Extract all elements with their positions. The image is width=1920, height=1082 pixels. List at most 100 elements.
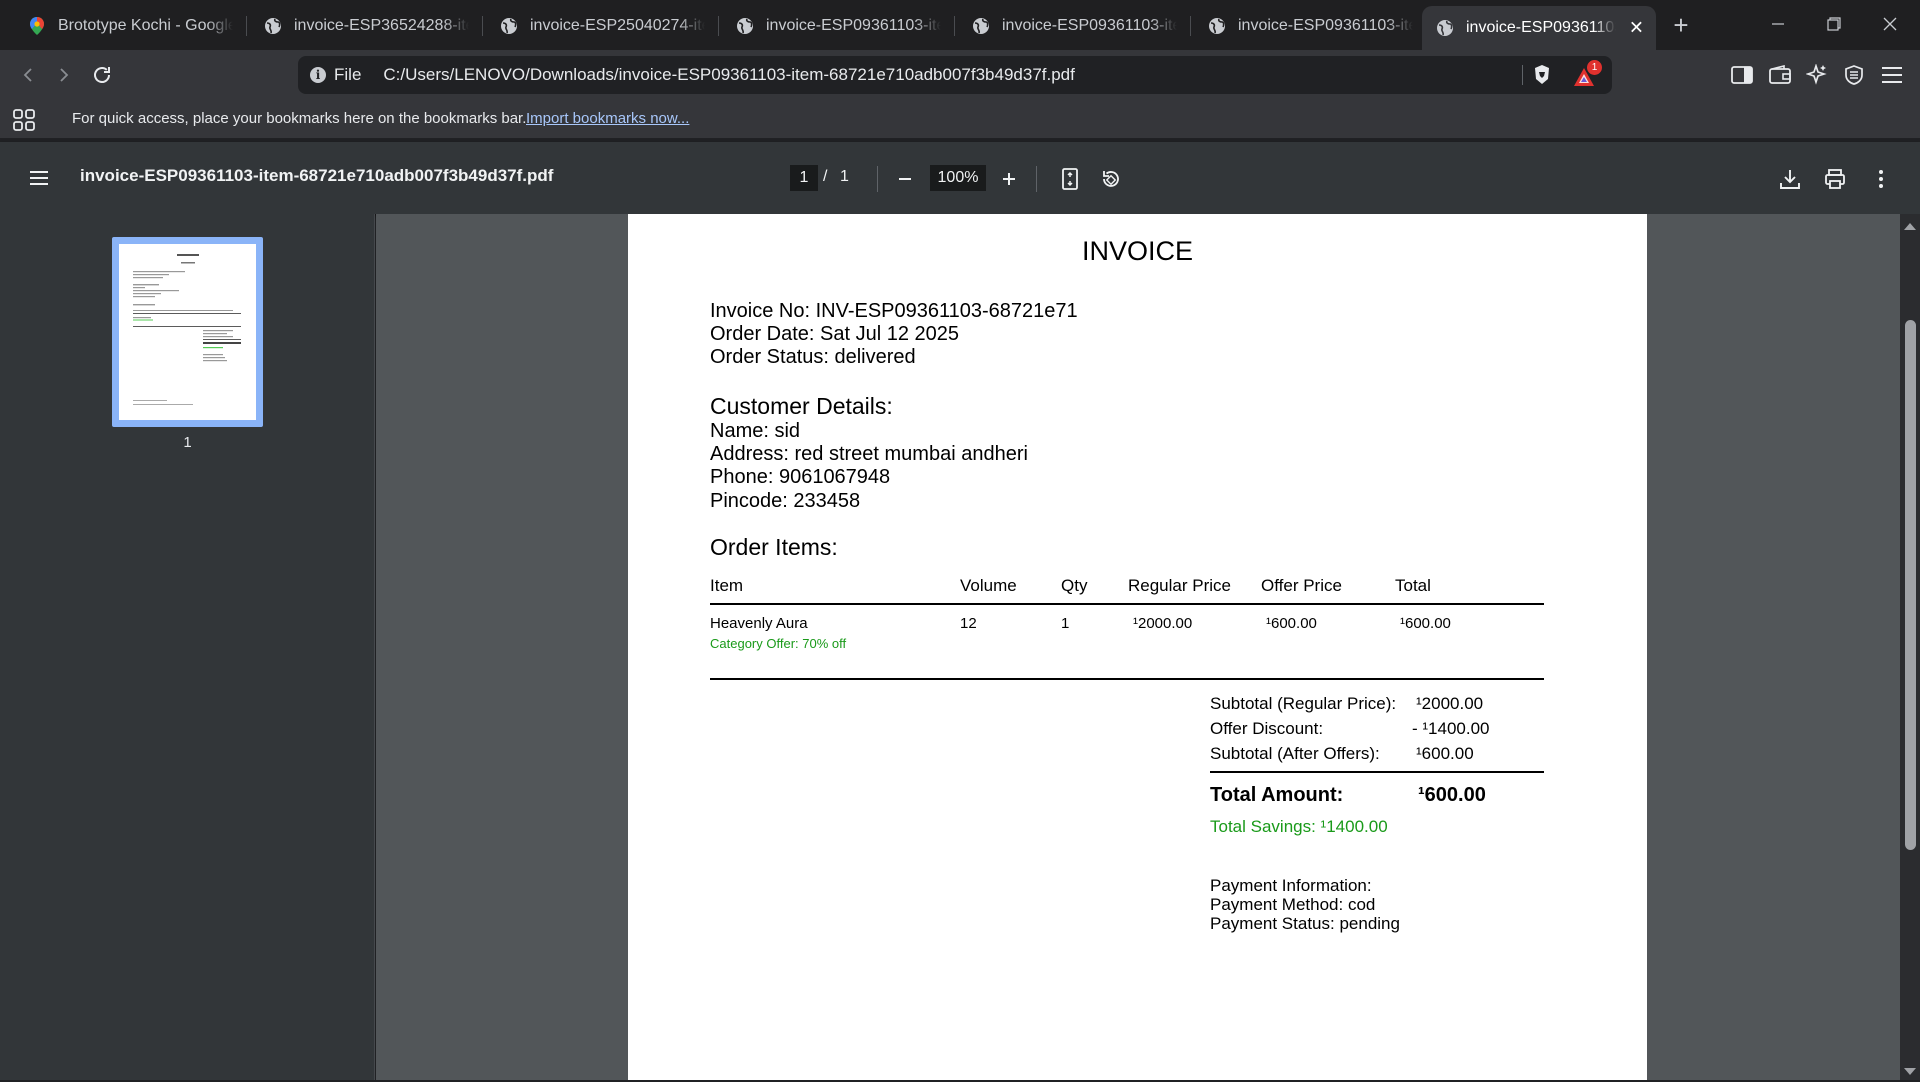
total-amount-label: Total Amount: — [1210, 784, 1344, 806]
forward-button[interactable] — [48, 59, 80, 91]
hamburger-menu-icon — [30, 171, 48, 185]
restore-icon — [1827, 17, 1841, 31]
leo-ai-button[interactable] — [1801, 59, 1833, 91]
customer-pincode: Pincode: 233458 — [710, 490, 861, 512]
maps-pin-icon — [28, 16, 46, 35]
zoom-in-button[interactable] — [994, 164, 1024, 194]
tab-invoice-esp09361103-a[interactable]: invoice-ESP09361103-item — [722, 7, 950, 44]
customer-name: Name: sid — [710, 420, 801, 442]
fit-to-page-button[interactable] — [1055, 164, 1085, 194]
bookmarks-bar: For quick access, place your bookmarks h… — [0, 100, 1920, 138]
invoice-title: INVOICE — [1081, 236, 1194, 266]
globe-icon — [736, 17, 754, 35]
address-bar[interactable]: i File C:/Users/LENOVO/Downloads/invoice… — [298, 56, 1612, 94]
minus-icon — [899, 178, 911, 180]
payment-method: Payment Method: cod — [1210, 895, 1376, 914]
vpn-button[interactable] — [1838, 59, 1870, 91]
sidebar-toggle-button[interactable] — [1726, 59, 1758, 91]
tab-separator — [718, 16, 719, 36]
globe-icon — [1208, 17, 1226, 35]
toolbar-divider — [877, 166, 878, 192]
close-window-button[interactable] — [1862, 0, 1918, 48]
info-icon[interactable]: i — [310, 67, 326, 83]
subtotal-after-label: Subtotal (After Offers): — [1210, 744, 1380, 763]
pdf-file-name: invoice-ESP09361103-item-68721e710adb007… — [80, 166, 554, 185]
close-icon — [1883, 17, 1897, 31]
tab-separator — [482, 16, 483, 36]
payment-status: Payment Status: pending — [1210, 914, 1400, 933]
page-thumbnail[interactable] — [112, 237, 263, 427]
offer-discount-value: - ¹1400.00 — [1412, 719, 1490, 738]
tab-title: invoice-ESP09361103-item — [766, 16, 941, 34]
print-button[interactable] — [1820, 164, 1850, 194]
address-url[interactable]: C:/Users/LENOVO/Downloads/invoice-ESP093… — [383, 65, 1074, 85]
brave-rewards-icon[interactable]: 1 — [1572, 60, 1602, 88]
order-items-heading: Order Items: — [710, 534, 838, 560]
tab-brototype-kochi[interactable]: Brototype Kochi - Google — [14, 7, 242, 44]
import-bookmarks-link[interactable]: Import bookmarks now... — [526, 110, 689, 127]
fit-page-icon — [1062, 168, 1078, 190]
wallet-button[interactable] — [1764, 59, 1796, 91]
tab-invoice-esp36524288[interactable]: invoice-ESP36524288-item — [250, 7, 478, 44]
more-actions-button[interactable] — [1866, 164, 1896, 194]
scroll-up-arrow-icon[interactable] — [1903, 218, 1917, 230]
tab-title: invoice-ESP36524288-item — [294, 16, 469, 34]
subtotal-regular-label: Subtotal (Regular Price): — [1210, 694, 1397, 713]
close-tab-icon[interactable]: ✕ — [1629, 18, 1644, 39]
back-button[interactable] — [12, 59, 44, 91]
download-button[interactable] — [1775, 164, 1805, 194]
column-header-total: Total — [1395, 576, 1431, 595]
globe-icon — [972, 17, 990, 35]
restore-button[interactable] — [1806, 0, 1862, 48]
total-savings: Total Savings: ¹1400.00 — [1210, 817, 1388, 836]
page-separator: / — [823, 168, 828, 185]
pdf-viewer-area[interactable]: INVOICE Invoice No: INV-ESP09361103-6872… — [376, 214, 1900, 1080]
minimize-icon — [1772, 23, 1784, 25]
order-status: Order Status: delivered — [710, 346, 916, 368]
brave-shields-icon[interactable] — [1532, 64, 1554, 86]
address-scheme-label: File — [334, 65, 362, 84]
tab-title: invoice-ESP25040274-item — [530, 16, 705, 34]
scrollbar-thumb[interactable] — [1905, 320, 1916, 850]
tab-invoice-esp09361103-c[interactable]: invoice-ESP09361103-item — [1194, 7, 1422, 44]
pdf-page: INVOICE Invoice No: INV-ESP09361103-6872… — [628, 214, 1647, 1080]
total-amount-value: ¹600.00 — [1418, 784, 1486, 806]
table-header-rule — [710, 603, 1544, 605]
item-offer-price: ¹600.00 — [1266, 615, 1317, 632]
column-header-qty: Qty — [1061, 576, 1088, 595]
reload-button[interactable] — [86, 59, 118, 91]
column-header-item: Item — [710, 576, 744, 595]
pdf-thumbnail-sidebar: 1 — [0, 214, 375, 1080]
minimize-button[interactable] — [1750, 0, 1806, 48]
kebab-menu-icon — [1879, 170, 1883, 188]
tab-title: invoice-ESP09361103-item — [1238, 16, 1413, 34]
tab-invoice-esp09361103-active[interactable]: invoice-ESP09361103 ✕ — [1422, 6, 1656, 50]
pdf-sidebar-toggle[interactable] — [24, 164, 54, 192]
main-menu-button[interactable] — [1876, 59, 1908, 91]
toolbar-divider — [1036, 166, 1037, 192]
apps-grid-icon[interactable] — [12, 108, 36, 132]
item-volume: 12 — [960, 615, 977, 632]
globe-icon — [264, 17, 282, 35]
zoom-out-button[interactable] — [890, 164, 920, 194]
tab-separator — [1190, 16, 1191, 36]
tab-invoice-esp09361103-b[interactable]: invoice-ESP09361103-item — [958, 7, 1186, 44]
rotate-counterclockwise-icon — [1103, 171, 1119, 187]
omnibox-divider — [1522, 65, 1523, 85]
subtotal-regular-value: ¹2000.00 — [1416, 694, 1484, 713]
item-offer-note: Category Offer: 70% off — [710, 636, 847, 651]
subtotal-after-value: ¹600.00 — [1416, 744, 1474, 763]
scroll-down-arrow-icon[interactable] — [1903, 1064, 1917, 1075]
summary-rule — [1210, 771, 1544, 773]
page-number-input[interactable]: 1 — [790, 165, 818, 191]
rotate-button[interactable] — [1095, 164, 1125, 194]
new-tab-button[interactable]: + — [1666, 10, 1696, 40]
sidebar-icon — [1731, 66, 1753, 84]
zoom-level-input[interactable]: 100% — [930, 165, 986, 191]
tab-title: invoice-ESP09361103 — [1466, 19, 1616, 36]
customer-address: Address: red street mumbai andheri — [710, 443, 1028, 465]
wallet-icon — [1769, 65, 1791, 84]
tab-invoice-esp25040274[interactable]: invoice-ESP25040274-item — [486, 7, 714, 44]
thumbnail-page-number: 1 — [183, 434, 192, 451]
payment-info-heading: Payment Information: — [1210, 876, 1372, 895]
